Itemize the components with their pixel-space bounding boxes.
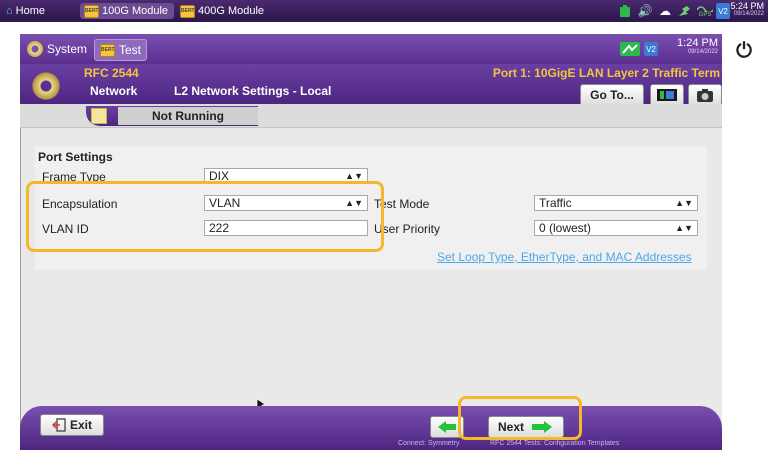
test-mode-select[interactable]: Traffic ▲▼ (534, 195, 698, 211)
select-arrow-icon: ▲▼ (675, 223, 693, 233)
gps-label: GPS (698, 12, 712, 18)
system-time: 5:24 PM (730, 1, 764, 11)
exit-button[interactable]: Exit (40, 414, 104, 436)
page-title: L2 Network Settings - Local (174, 84, 332, 98)
tab-home-label: Home (15, 5, 45, 17)
back-arrow-icon (438, 421, 456, 433)
satellite-icon (676, 3, 694, 19)
highlight-box (26, 181, 384, 252)
v2-icon: V2 (644, 42, 658, 56)
power-icon[interactable]: ⏻ (724, 36, 764, 66)
system-date: 09/14/2022 (733, 11, 764, 17)
bert-icon: BERT (180, 4, 195, 18)
app-date: 09/14/2022 (687, 49, 718, 55)
goto-button[interactable]: Go To... (580, 84, 644, 106)
nav-label: Network (90, 84, 138, 98)
camera-icon[interactable] (688, 84, 722, 106)
tab-100g-module[interactable]: BERT 100G Module (80, 3, 175, 19)
select-arrow-icon: ▲▼ (675, 198, 693, 208)
tab-system-label: System (47, 42, 88, 56)
test-name: RFC 2544 (84, 66, 139, 80)
tab-system[interactable]: System (22, 39, 92, 59)
exit-icon (51, 418, 66, 432)
gear-icon (27, 41, 43, 57)
port-info: Port 1: 10GigE LAN Layer 2 Traffic Term (492, 66, 720, 80)
cloud-icon: ☁ (659, 4, 671, 18)
gps-icon: GPS (696, 3, 714, 19)
user-priority-value: 0 (lowest) (539, 221, 592, 235)
app-tab-header: System BERT Test V2 1:24 PM 09/14/2022 (20, 34, 722, 64)
tab-home[interactable]: ⌂ Home (2, 3, 51, 19)
tab-test[interactable]: BERT Test (94, 39, 148, 61)
tab-test-label: Test (119, 43, 142, 57)
top-tab-bar: ⌂ Home BERT 100G Module BERT 400G Module… (0, 0, 768, 22)
v2-icon: V2 (716, 3, 730, 19)
run-state: Not Running (118, 107, 258, 125)
tab-400g-label: 400G Module (198, 5, 265, 17)
tab-100g-label: 100G Module (102, 5, 169, 17)
home-icon: ⌂ (6, 5, 13, 17)
bert-icon: BERT (100, 43, 115, 57)
select-arrow-icon: ▲▼ (345, 171, 363, 181)
speaker-icon[interactable]: 🔊 (636, 3, 654, 19)
test-mode-value: Traffic (539, 196, 572, 210)
highlight-box (458, 396, 582, 440)
template-text: RFC 2544 Tests: Configuration Templates (490, 440, 620, 447)
app-time: 1:24 PM (677, 37, 718, 49)
tab-400g-module[interactable]: BERT 400G Module (176, 3, 270, 19)
set-loop-type-link[interactable]: Set Loop Type, EtherType, and MAC Addres… (437, 250, 692, 264)
settings-gear-icon (32, 72, 60, 100)
bert-icon: BERT (84, 4, 99, 18)
app-clock: 1:24 PM 09/14/2022 (662, 37, 718, 56)
exit-label: Exit (69, 418, 92, 432)
network-check-icon (620, 42, 640, 56)
system-clock: 5:24 PM 09/14/2022 (730, 1, 764, 18)
battery-icon (616, 3, 634, 19)
user-priority-select[interactable]: 0 (lowest) ▲▼ (534, 220, 698, 236)
test-module-icon[interactable] (650, 84, 684, 106)
port-settings-title: Port Settings (38, 150, 113, 164)
status-led-icon (91, 108, 107, 124)
connect-text: Connect: Symmetry (398, 440, 460, 447)
